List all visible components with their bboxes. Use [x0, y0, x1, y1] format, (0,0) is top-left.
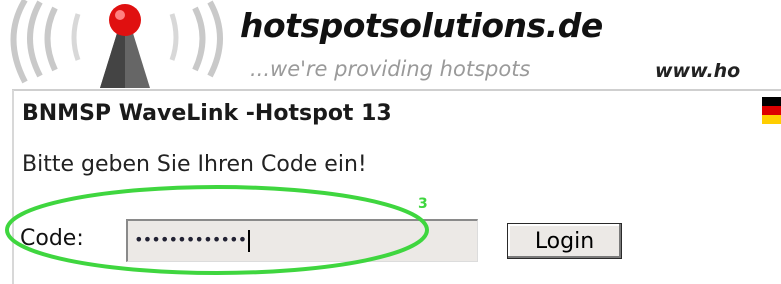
code-prompt: Bitte geben Sie Ihren Code ein! [22, 152, 367, 177]
page-title: BNMSP WaveLink -Hotspot 13 [22, 101, 392, 126]
header-divider [12, 89, 781, 91]
german-flag-icon[interactable] [762, 97, 781, 124]
antenna-logo-icon [10, 0, 223, 88]
annotation-step-number: 3 [418, 196, 428, 212]
header-banner: hotspotsolutions.de ...we're providing h… [0, 0, 781, 88]
annotation-ellipse [5, 185, 429, 275]
tagline: ...we're providing hotspots [250, 57, 531, 81]
brand-name: hotspotsolutions.de [240, 6, 603, 45]
website-link[interactable]: www.ho [655, 60, 740, 82]
login-button[interactable]: Login [507, 223, 622, 259]
